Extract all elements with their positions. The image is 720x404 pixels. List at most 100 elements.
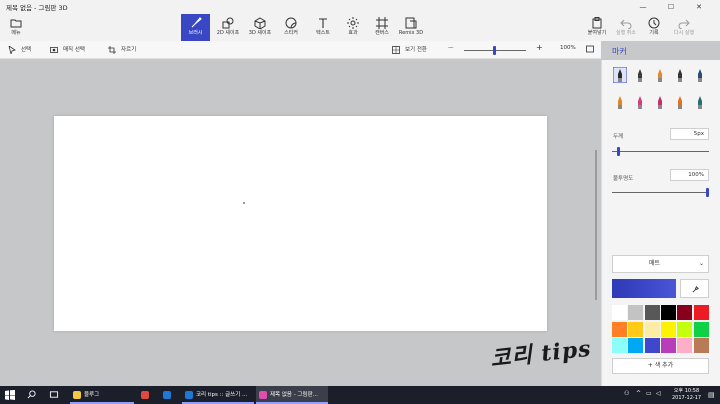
zoom-out-button[interactable]: — — [448, 45, 454, 51]
3d-shapes-icon — [254, 17, 266, 29]
menu-label: 메뉴 — [11, 30, 21, 36]
watercolor-icon[interactable] — [673, 67, 687, 83]
start-button[interactable] — [0, 386, 20, 404]
tool-history[interactable]: 기록 — [640, 14, 668, 41]
oil-brush-icon[interactable] — [653, 67, 667, 83]
task-view-button[interactable] — [46, 386, 62, 404]
fit-screen-icon — [586, 45, 594, 53]
tool-3d-shapes[interactable]: 3D 셰이프 — [245, 14, 275, 41]
color-swatch[interactable] — [628, 305, 644, 320]
text-icon — [319, 18, 327, 28]
current-color-swatch[interactable] — [612, 279, 676, 298]
taskbar-app[interactable]: 블루그 — [70, 386, 134, 404]
app-icon — [185, 391, 193, 399]
menu-button[interactable]: 메뉴 — [2, 14, 30, 41]
color-swatch[interactable] — [693, 321, 709, 337]
crop-button[interactable]: 자르기 — [108, 45, 136, 54]
zoom-in-button[interactable]: + — [536, 43, 543, 52]
calligraphy-pen-icon[interactable] — [633, 67, 647, 83]
opacity-input[interactable]: 100% — [670, 169, 709, 181]
tool-remix3d[interactable]: Remix 3D — [397, 14, 425, 41]
taskbar-app[interactable] — [138, 386, 156, 404]
color-swatch[interactable] — [693, 338, 709, 353]
clock-date: 2017-12-17 — [672, 394, 702, 401]
color-swatch[interactable] — [644, 305, 660, 320]
tool-undo[interactable]: 실행 취소 — [612, 14, 640, 41]
color-swatch[interactable] — [677, 338, 693, 353]
tool-label: 캔버스 — [375, 30, 389, 36]
color-swatch[interactable] — [677, 321, 693, 337]
maximize-button[interactable]: ☐ — [660, 1, 682, 13]
tool-label: 기록 — [649, 30, 659, 36]
minimize-button[interactable]: — — [632, 1, 654, 13]
tool-stickers[interactable]: 스티커 — [277, 14, 305, 41]
color-swatch[interactable] — [628, 338, 644, 353]
eraser-icon[interactable] — [633, 94, 647, 110]
fill-icon[interactable] — [693, 94, 707, 110]
color-swatch[interactable] — [660, 338, 676, 353]
chevron-up-icon: ^ — [636, 390, 642, 397]
search-button[interactable] — [24, 386, 40, 404]
color-swatch[interactable] — [612, 321, 627, 337]
pixel-pen-icon[interactable] — [693, 67, 707, 83]
color-swatch[interactable] — [660, 321, 676, 337]
eyedropper-button[interactable] — [680, 279, 709, 298]
window-title: 제목 없음 - 그림판 3D — [6, 4, 68, 12]
spray-can-icon[interactable] — [673, 94, 687, 110]
color-swatch[interactable] — [612, 338, 627, 353]
opacity-slider-thumb[interactable] — [706, 188, 709, 197]
thickness-input[interactable]: 5px — [670, 128, 709, 140]
volume-icon: ◁ — [656, 390, 661, 397]
ribbon: 메뉴 브러시 2D 셰이프 3D 셰이프 스티커 텍스트 효과 캔버스 Remix 3D 붙여… — [0, 14, 720, 41]
grid-view-icon — [392, 45, 400, 54]
tool-brush[interactable]: 브러시 — [181, 14, 210, 41]
system-tray[interactable]: ⚇ ^ ▭ ◁ — [618, 386, 664, 404]
vertical-scrollbar[interactable] — [595, 150, 597, 300]
app-icon — [259, 391, 267, 399]
fit-screen-button[interactable] — [586, 45, 599, 53]
workspace: 코리 tips — [0, 60, 601, 386]
paste-icon — [592, 17, 602, 29]
taskbar-app[interactable]: 제목 없음 - 그림판... — [256, 386, 328, 404]
magic-select-button[interactable]: 매직 선택 — [50, 45, 85, 54]
color-swatch[interactable] — [628, 321, 644, 337]
color-swatch[interactable] — [693, 305, 709, 320]
thickness-slider-track[interactable] — [612, 151, 709, 152]
clock[interactable]: 오후 10:58 2017-12-17 — [672, 388, 701, 401]
texture-dropdown[interactable]: 매트 ⌄ — [612, 255, 709, 273]
canvas-icon — [376, 17, 388, 29]
thickness-slider-thumb[interactable] — [616, 147, 620, 156]
notifications-icon[interactable]: ▤ — [708, 389, 716, 401]
zoom-slider-thumb[interactable] — [493, 46, 496, 55]
color-swatch[interactable] — [677, 305, 693, 320]
drawing-canvas[interactable] — [54, 116, 547, 331]
tool-text[interactable]: 텍스트 — [309, 14, 337, 41]
add-color-button[interactable]: + 색 추가 — [612, 358, 709, 374]
close-button[interactable]: ✕ — [688, 1, 710, 13]
view-toggle-button[interactable]: 보기 전환 — [392, 45, 427, 54]
app-icon — [73, 391, 81, 399]
cursor-icon — [8, 45, 16, 54]
select-label: 선택 — [21, 47, 32, 53]
tool-effects[interactable]: 효과 — [341, 14, 365, 41]
color-swatch[interactable] — [612, 305, 627, 320]
sub-toolbar: 선택 매직 선택 자르기 보기 전환 — + 100% — [0, 41, 601, 59]
color-swatch[interactable] — [660, 305, 676, 320]
tool-2d-shapes[interactable]: 2D 셰이프 — [213, 14, 243, 41]
marker-icon[interactable] — [612, 66, 628, 84]
opacity-label: 불투명도 — [613, 176, 634, 182]
tool-redo[interactable]: 다시 실행 — [670, 14, 698, 41]
tool-label: 붙여넣기 — [587, 30, 607, 36]
color-swatch[interactable] — [644, 338, 660, 353]
select-button[interactable]: 선택 — [8, 45, 31, 54]
color-swatch[interactable] — [644, 321, 660, 337]
tool-canvas[interactable]: 캔버스 — [369, 14, 395, 41]
taskbar-app[interactable]: 코리 tips :: 글쓰기 ... — [182, 386, 254, 404]
pencil-icon[interactable] — [613, 94, 627, 110]
brush-cursor — [243, 202, 245, 204]
tool-paste[interactable]: 붙여넣기 — [583, 14, 611, 41]
taskbar-app[interactable] — [160, 386, 178, 404]
crayon-icon[interactable] — [653, 94, 667, 110]
people-icon: ⚇ — [624, 390, 630, 397]
opacity-slider-track[interactable] — [612, 192, 709, 193]
